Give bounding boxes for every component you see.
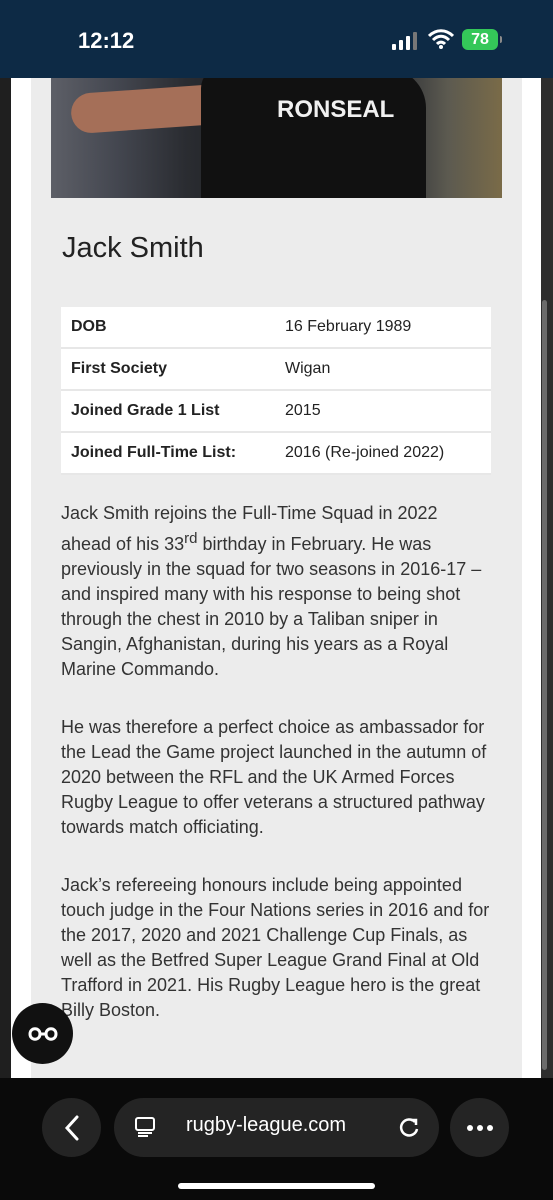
back-button[interactable] (42, 1098, 101, 1157)
profile-bio: Jack Smith rejoins the Full-Time Squad i… (61, 501, 491, 1056)
bio-text: birthday in February. He was previously … (61, 534, 482, 679)
page-icon[interactable] (134, 1116, 156, 1138)
profile-photo: RONSEAL (51, 78, 502, 198)
more-button[interactable] (450, 1098, 509, 1157)
address-bar[interactable]: rugby-league.com (114, 1098, 439, 1157)
table-row: First Society Wigan (61, 348, 491, 391)
bio-paragraph-1: Jack Smith rejoins the Full-Time Squad i… (61, 501, 491, 682)
reload-icon[interactable] (397, 1115, 421, 1139)
shirt-sponsor-text: RONSEAL (277, 96, 395, 123)
url-text[interactable]: rugby-league.com (186, 1114, 346, 1137)
table-row: Joined Grade 1 List 2015 (61, 390, 491, 433)
web-content[interactable]: RONSEAL Jack Smith DOB 16 February 1989 … (11, 78, 541, 1078)
detail-label: DOB (61, 307, 275, 349)
detail-label: Joined Full-Time List: (61, 432, 275, 475)
table-row: Joined Full-Time List: 2016 (Re-joined 2… (61, 432, 491, 475)
profile-card: RONSEAL Jack Smith DOB 16 February 1989 … (31, 78, 522, 1078)
detail-value: 2016 (Re-joined 2022) (275, 432, 491, 475)
detail-value: Wigan (275, 348, 491, 391)
table-row: DOB 16 February 1989 (61, 307, 491, 349)
scrollbar[interactable] (542, 300, 547, 1070)
status-bar: 12:12 78 (0, 0, 553, 78)
detail-value: 16 February 1989 (275, 307, 491, 349)
profile-details-table: DOB 16 February 1989 First Society Wigan… (61, 307, 491, 475)
battery-indicator: 78 (462, 29, 502, 50)
more-icon (466, 1124, 493, 1131)
detail-label: Joined Grade 1 List (61, 390, 275, 433)
profile-name: Jack Smith (62, 232, 204, 264)
home-indicator[interactable] (178, 1183, 375, 1189)
page-edge (0, 78, 11, 1078)
wifi-icon (428, 29, 454, 49)
status-time: 12:12 (78, 28, 135, 53)
back-icon (64, 1115, 78, 1140)
cellular-signal-icon (392, 32, 417, 50)
browser-toolbar: rugby-league.com (0, 1078, 553, 1200)
bio-paragraph-3: Jack’s refereeing honours include being … (61, 875, 490, 1020)
floating-action-button[interactable] (12, 1003, 73, 1064)
detail-value: 2015 (275, 390, 491, 433)
ordinal-superscript: rd (184, 530, 198, 547)
glasses-icon (27, 1026, 58, 1041)
detail-label: First Society (61, 348, 275, 391)
bio-paragraph-2: He was therefore a perfect choice as amb… (61, 717, 487, 837)
